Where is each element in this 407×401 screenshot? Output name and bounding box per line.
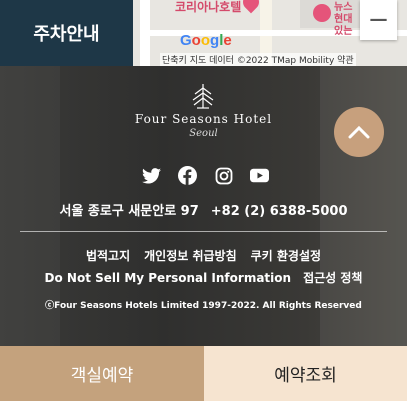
hotel-address[interactable]: 서울 종로구 새문안로 97: [59, 204, 198, 219]
map-hotel-label: 코리아나호텔: [175, 0, 242, 14]
instagram-icon[interactable]: [214, 166, 233, 185]
twitter-icon[interactable]: [142, 166, 161, 185]
map-pin-icon[interactable]: [239, 0, 263, 14]
do-not-sell-link[interactable]: Do Not Sell My Personal Information: [45, 271, 292, 285]
book-room-button[interactable]: 객실예약: [0, 346, 204, 401]
scroll-to-top-button[interactable]: [334, 107, 384, 157]
facebook-icon[interactable]: [178, 166, 197, 185]
map-attribution[interactable]: 단축키 지도 데이터 ©2022 TMap Mobility 약관: [160, 53, 356, 66]
site-footer: Four Seasons Hotel Seoul 서울 종로구 새문안로 97 +…: [0, 66, 407, 346]
accessibility-link[interactable]: 접근성 정책: [303, 271, 362, 285]
google-logo: Google: [180, 32, 232, 49]
four-seasons-tree-logo-icon: [192, 84, 214, 109]
cookie-settings-link[interactable]: 쿠키 환경설정: [251, 249, 321, 263]
footer-links-row2: Do Not Sell My Personal Information 접근성 정…: [0, 269, 407, 286]
social-links: [142, 166, 269, 185]
legal-notice-link[interactable]: 법적고지: [86, 249, 130, 263]
parking-info-tab[interactable]: 주차안내: [0, 0, 133, 66]
map-poi-icon: [313, 4, 331, 22]
zoom-out-button[interactable]: −: [360, 0, 397, 40]
footer-links-row1: 법적고지 개인정보 취급방침 쿠키 환경설정: [0, 247, 407, 264]
youtube-icon[interactable]: [250, 166, 269, 185]
chevron-up-icon: [348, 125, 370, 139]
hotel-phone[interactable]: +82 (2) 6388-5000: [211, 204, 348, 219]
reservation-lookup-button[interactable]: 예약조회: [204, 346, 407, 401]
copyright-text: ⓒFour Seasons Hotels Limited 1997-2022. …: [45, 301, 362, 311]
contact-info: 서울 종로구 새문안로 97 +82 (2) 6388-5000: [0, 200, 407, 219]
footer-divider: [20, 231, 387, 232]
privacy-policy-link[interactable]: 개인정보 취급방침: [144, 249, 237, 263]
